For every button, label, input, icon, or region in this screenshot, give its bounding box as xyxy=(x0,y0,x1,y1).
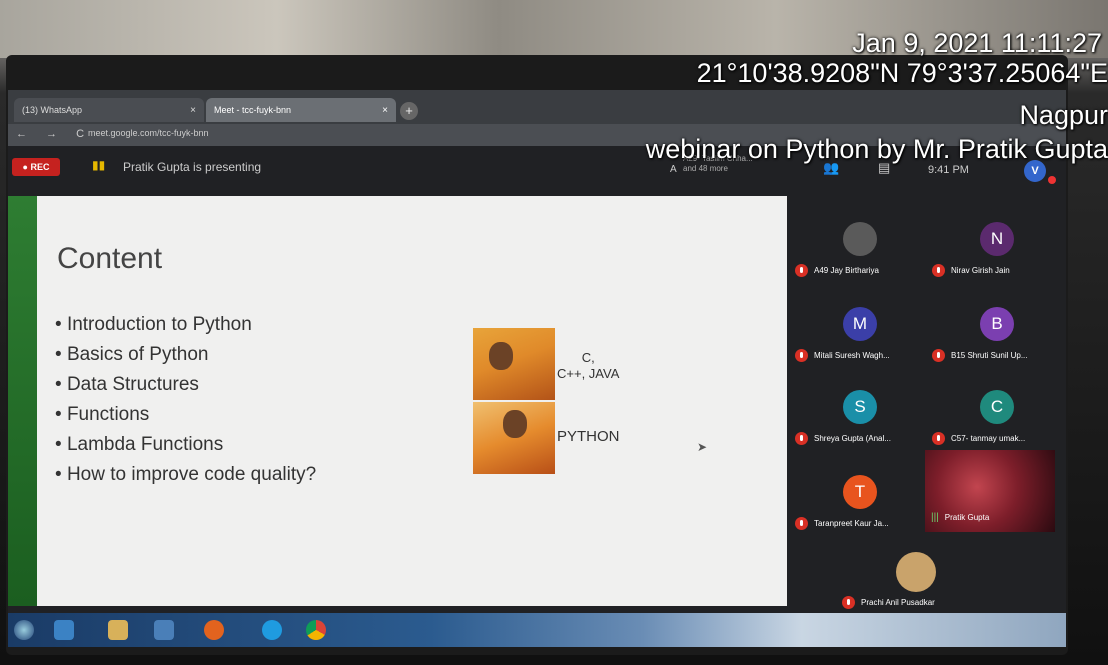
bullet-item: Lambda Functions xyxy=(55,430,316,460)
close-icon[interactable]: × xyxy=(382,105,388,116)
participant-name: Nirav Girish Jain xyxy=(951,266,1010,275)
bullet-list: Introduction to Python Basics of Python … xyxy=(55,310,316,490)
bullet-item: Introduction to Python xyxy=(55,310,316,340)
meme-face xyxy=(503,410,527,438)
mic-muted-icon xyxy=(932,264,945,277)
bullet-item: Basics of Python xyxy=(55,340,316,370)
participant-tile[interactable]: T Taranpreet Kaur Ja... xyxy=(795,473,935,543)
participant-avatar xyxy=(896,552,936,592)
cursor-icon: ➤ xyxy=(697,440,708,454)
folder-icon[interactable] xyxy=(108,620,128,640)
meme-text-top: C, C++, JAVA xyxy=(557,350,619,382)
participant-name: Shreya Gupta (Anal... xyxy=(814,434,891,443)
recording-badge: ● REC xyxy=(12,158,60,176)
rec-label: REC xyxy=(30,162,50,172)
participant-tile[interactable]: A49 Jay Birthariya xyxy=(795,220,935,290)
mic-muted-icon xyxy=(795,432,808,445)
participant-name-row: B15 Shruti Sunil Up... xyxy=(932,349,1027,362)
overlay-caption: webinar on Python by Mr. Pratik Gupta xyxy=(645,134,1108,164)
meme-image-bottom xyxy=(473,402,555,474)
participant-avatar xyxy=(843,222,877,256)
side-strip xyxy=(8,196,37,606)
firefox-icon[interactable] xyxy=(204,620,224,640)
participant-avatar: S xyxy=(843,390,877,424)
participant-name-row: C57- tanmay umak... xyxy=(932,432,1025,445)
participant-avatar: B xyxy=(980,307,1014,341)
participant-name: Pratik Gupta xyxy=(944,513,990,522)
participant-tile[interactable]: C C57- tanmay umak... xyxy=(932,388,1072,458)
participant-name-row: Shreya Gupta (Anal... xyxy=(795,432,891,445)
participant-tile[interactable]: M Mitali Suresh Wagh... xyxy=(795,305,935,375)
participant-avatar: M xyxy=(843,307,877,341)
meme-image-top xyxy=(473,328,555,400)
speaking-icon: ||| xyxy=(931,512,939,523)
participant-avatar: C xyxy=(980,390,1014,424)
windows-taskbar xyxy=(8,613,1066,647)
participant-name: Taranpreet Kaur Ja... xyxy=(814,519,889,528)
participant-name: C57- tanmay umak... xyxy=(951,434,1026,443)
slide-title: Content xyxy=(57,242,163,275)
ie-icon[interactable] xyxy=(54,620,74,640)
bullet-item: Functions xyxy=(55,400,316,430)
meme-face xyxy=(489,342,513,370)
meme-text-bottom: PYTHON xyxy=(557,428,620,445)
participant-name-row: Taranpreet Kaur Ja... xyxy=(795,517,889,530)
tab-label: (13) WhatsApp xyxy=(22,105,83,115)
media-icon[interactable] xyxy=(154,620,174,640)
nav-buttons[interactable]: ← → C xyxy=(16,128,92,140)
meme-text-line: C, xyxy=(581,350,595,365)
close-icon[interactable]: × xyxy=(190,105,196,116)
mic-muted-icon xyxy=(932,432,945,445)
overlay-city: Nagpur xyxy=(1019,100,1108,130)
mic-muted-icon xyxy=(842,596,855,609)
overlay-datetime: Jan 9, 2021 11:11:27 xyxy=(852,28,1102,58)
participant-tile[interactable]: Prachi Anil Pusadkar xyxy=(842,552,982,622)
overlay-coords: 21°10'38.9208"N 79°3'37.25064"E xyxy=(696,58,1108,88)
participant-name-row: Prachi Anil Pusadkar xyxy=(842,596,935,609)
mic-muted-icon xyxy=(795,264,808,277)
chrome-icon[interactable] xyxy=(306,620,326,640)
meme-text-line: C++, JAVA xyxy=(557,366,620,381)
clock: 9:41 PM xyxy=(928,164,969,176)
participant-tile[interactable]: S Shreya Gupta (Anal... xyxy=(795,388,935,458)
mic-muted-icon xyxy=(795,517,808,530)
participant-name: Mitali Suresh Wagh... xyxy=(814,351,890,360)
edge-icon[interactable] xyxy=(262,620,282,640)
new-tab-button[interactable]: + xyxy=(400,102,418,120)
participant-tile[interactable]: N Nirav Girish Jain xyxy=(932,220,1072,290)
participant-video-tile[interactable]: ||| Pratik Gupta xyxy=(925,450,1055,532)
participant-name: A49 Jay Birthariya xyxy=(814,266,879,275)
tab-label: Meet - tcc-fuyk-bnn xyxy=(214,105,292,115)
mic-muted-icon xyxy=(932,349,945,362)
participant-tile[interactable]: B B15 Shruti Sunil Up... xyxy=(932,305,1072,375)
start-button[interactable] xyxy=(14,620,34,640)
participant-avatar: N xyxy=(980,222,1014,256)
presenting-text: Pratik Gupta is presenting xyxy=(123,160,262,174)
tab-meet[interactable]: Meet - tcc-fuyk-bnn × xyxy=(206,98,396,122)
presenter-icon: ▮▮ xyxy=(92,158,106,172)
viewer-line2: and 48 more xyxy=(683,164,728,173)
notification-dot xyxy=(1048,176,1056,184)
participant-avatar: T xyxy=(843,475,877,509)
tab-whatsapp[interactable]: (13) WhatsApp × xyxy=(14,98,204,122)
participant-name-row: A49 Jay Birthariya xyxy=(795,264,879,277)
url-text[interactable]: meet.google.com/tcc-fuyk-bnn xyxy=(88,128,209,138)
participant-name: B15 Shruti Sunil Up... xyxy=(951,351,1028,360)
mic-muted-icon xyxy=(795,349,808,362)
browser-tab-bar: (13) WhatsApp × Meet - tcc-fuyk-bnn × + xyxy=(8,90,1066,124)
viewer-initial: A xyxy=(670,164,677,175)
participant-name: Prachi Anil Pusadkar xyxy=(861,598,935,607)
presentation-slide: Content Introduction to Python Basics of… xyxy=(37,196,787,606)
participant-name-row: ||| Pratik Gupta xyxy=(931,512,989,523)
participant-name-row: Nirav Girish Jain xyxy=(932,264,1010,277)
bullet-item: Data Structures xyxy=(55,370,316,400)
bullet-item: How to improve code quality? xyxy=(55,460,316,490)
participant-name-row: Mitali Suresh Wagh... xyxy=(795,349,890,362)
